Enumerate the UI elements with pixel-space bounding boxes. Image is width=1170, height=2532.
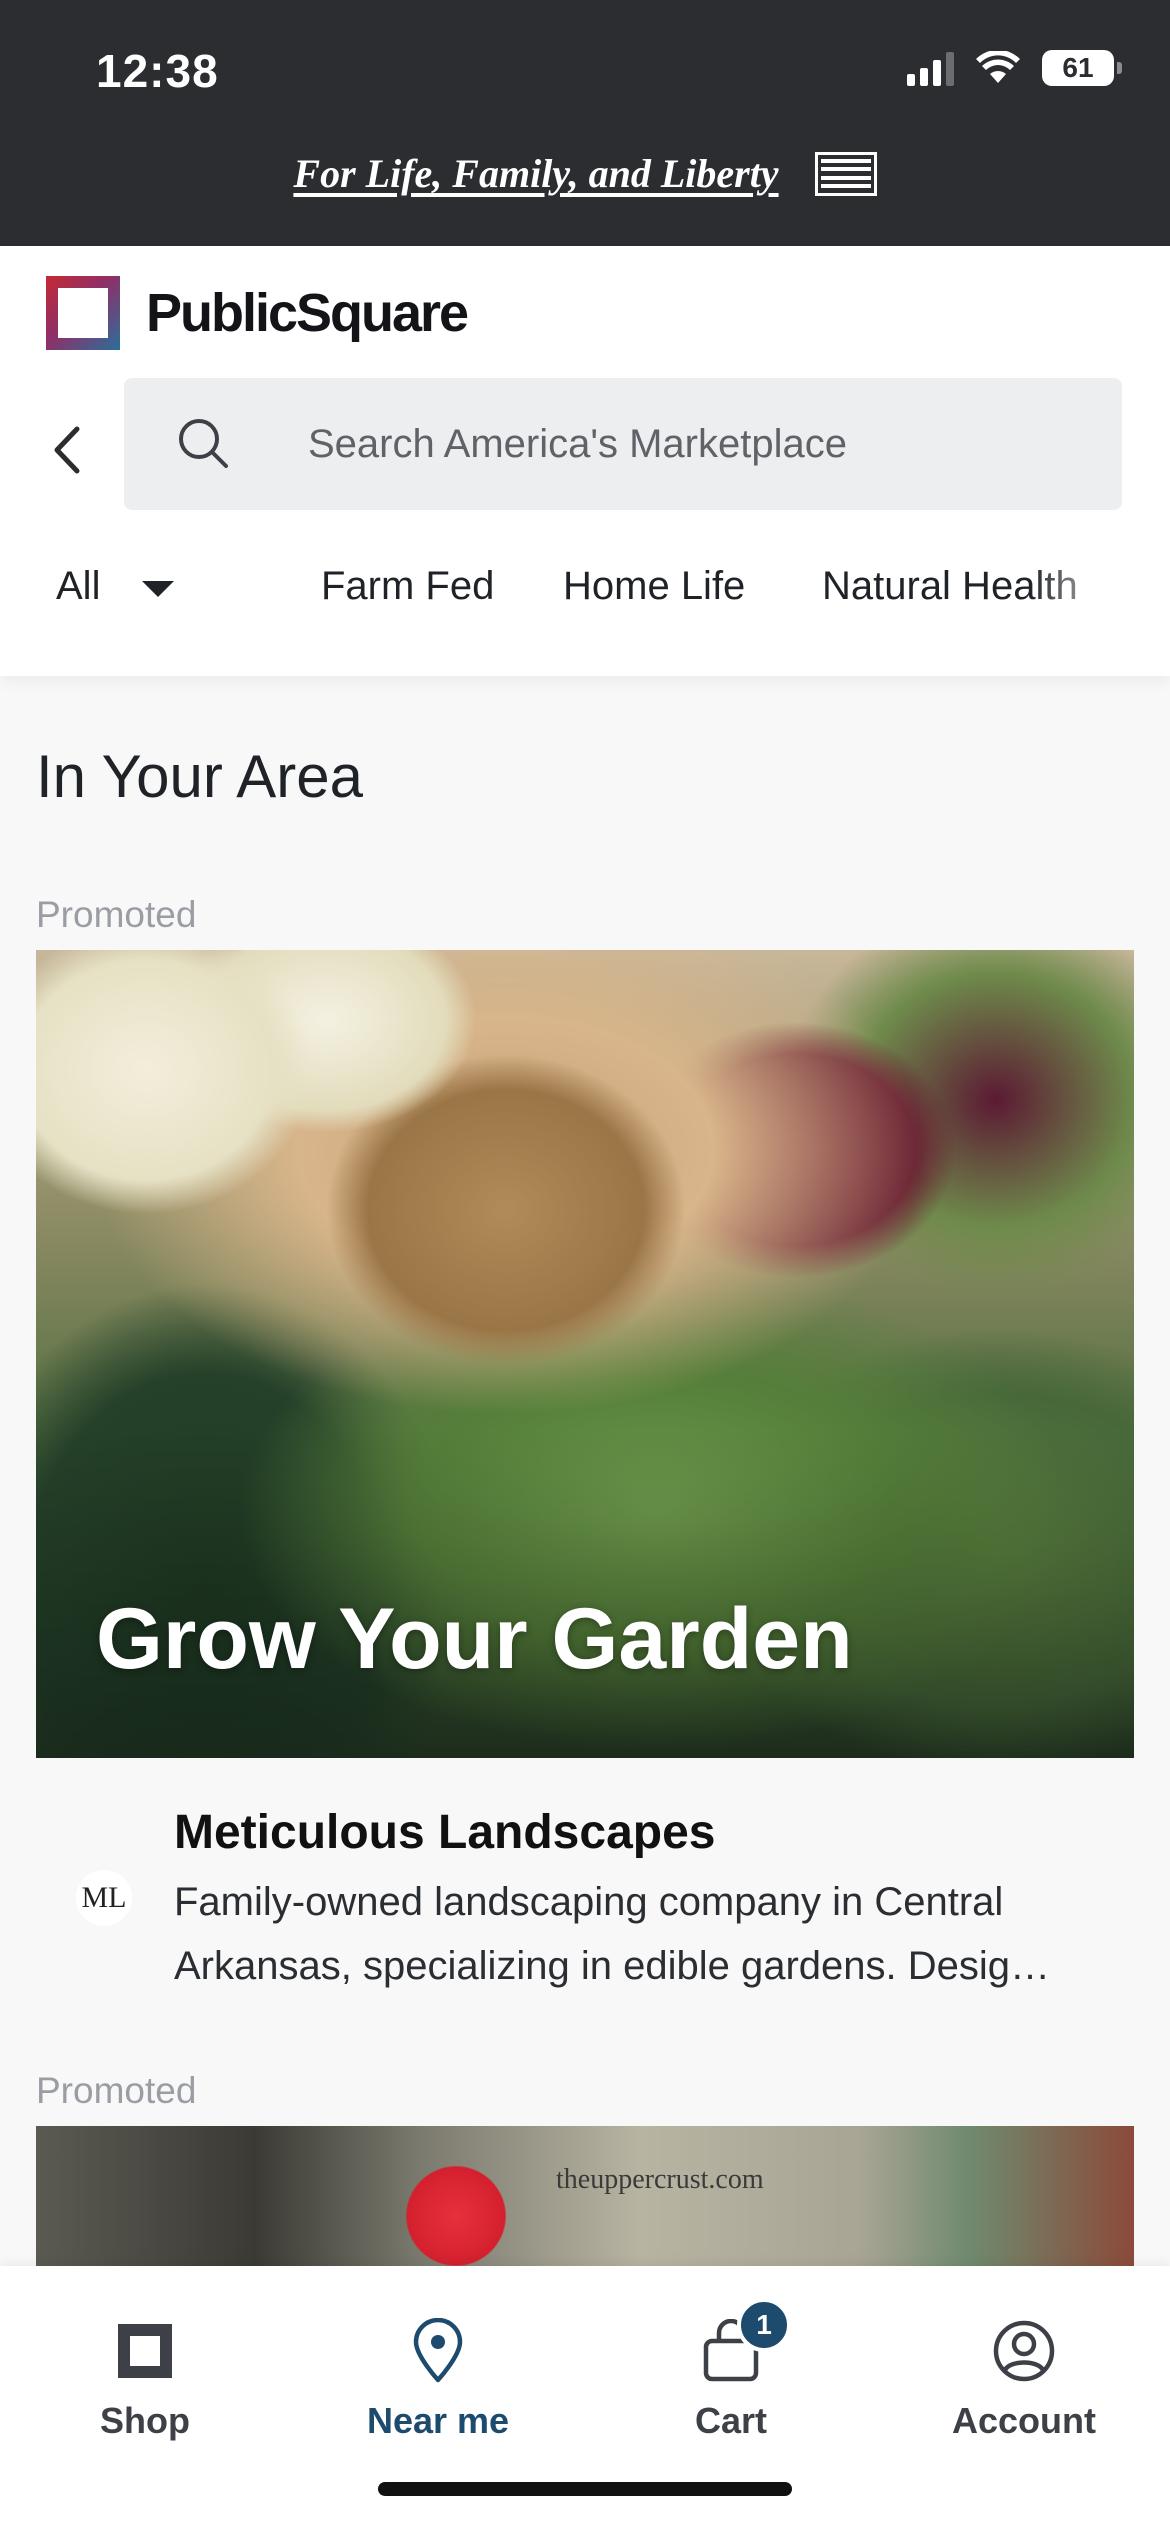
- category-fade: [1030, 564, 1170, 624]
- motto-row: For Life, Family, and Liberty: [0, 150, 1170, 197]
- cart-badge: 1: [737, 2298, 791, 2352]
- motto-text[interactable]: For Life, Family, and Liberty: [293, 150, 778, 197]
- section-title: In Your Area: [36, 743, 363, 810]
- battery-level: 61: [1062, 52, 1094, 83]
- category-selected: All: [56, 564, 101, 608]
- business-name[interactable]: Meticulous Landscapes: [174, 1805, 715, 1860]
- app-screen: 12:38 61 For Life, Family, and Liberty P…: [0, 0, 1170, 2532]
- nav-near-me[interactable]: Near me: [318, 2316, 558, 2442]
- wifi-icon: [976, 51, 1020, 83]
- brand-name: PublicSquare: [146, 283, 469, 343]
- status-time: 12:38: [96, 45, 219, 97]
- promoted-label-2: Promoted: [36, 2070, 197, 2111]
- nav-cart[interactable]: 1 Cart: [611, 2298, 851, 2442]
- nav-shop[interactable]: Shop: [25, 2316, 265, 2442]
- cart-icon: 1: [701, 2298, 791, 2386]
- nav-shop-label: Shop: [100, 2400, 190, 2441]
- shop-icon: [114, 2316, 176, 2386]
- system-icons: 61: [907, 50, 1122, 86]
- nav-cart-label: Cart: [694, 2400, 768, 2441]
- home-indicator[interactable]: [378, 2482, 792, 2496]
- category-farm-fed[interactable]: Farm Fed: [321, 564, 494, 609]
- search-input[interactable]: [308, 378, 1088, 510]
- app-header: PublicSquare All Farm Fed Home Life Natu…: [0, 246, 1170, 676]
- search-icon: [179, 419, 228, 468]
- cellular-signal-icon: [907, 50, 954, 86]
- search-bar[interactable]: [124, 378, 1122, 510]
- brand-logo[interactable]: PublicSquare: [46, 276, 469, 350]
- promoted-label: Promoted: [36, 894, 197, 935]
- caret-down-icon: [142, 580, 175, 597]
- business-logo: ML: [76, 1870, 132, 1926]
- business-description: Family-owned landscaping company in Cent…: [174, 1880, 1051, 1988]
- account-icon: [992, 2316, 1056, 2386]
- promo-headline: Grow Your Garden: [96, 1591, 853, 1687]
- category-bar: All Farm Fed Home Life Natural Health: [0, 564, 1170, 624]
- nav-account[interactable]: Account: [904, 2316, 1144, 2442]
- flag-icon: [814, 151, 877, 196]
- promo-card-image[interactable]: Grow Your Garden: [36, 950, 1134, 1758]
- nav-account-label: Account: [952, 2400, 1096, 2441]
- image-caption-text: theuppercrust.com: [556, 2164, 764, 2195]
- top-banner: 12:38 61 For Life, Family, and Liberty: [0, 0, 1170, 246]
- map-pin-icon: [411, 2316, 465, 2386]
- nav-near-me-label: Near me: [366, 2400, 510, 2441]
- back-button[interactable]: [40, 412, 92, 488]
- brand-mark-icon: [46, 276, 120, 350]
- category-home-life[interactable]: Home Life: [563, 564, 745, 609]
- battery-icon: 61: [1042, 50, 1122, 86]
- category-dropdown[interactable]: All: [56, 564, 175, 609]
- chevron-left-icon: [54, 426, 80, 474]
